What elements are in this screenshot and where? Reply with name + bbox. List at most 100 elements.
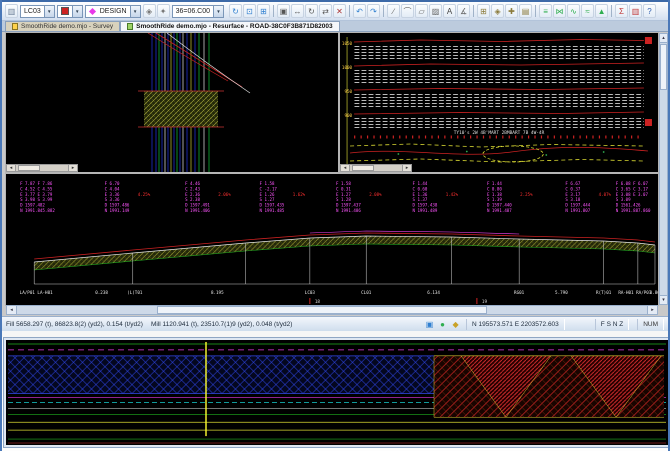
roadway-designer-icon[interactable]: ≡: [539, 4, 552, 18]
feature-label: LA/P01 LA-H01: [20, 290, 53, 295]
toolbar-separator: [349, 5, 350, 17]
level-display-icon[interactable]: ▤: [519, 4, 532, 18]
xs-annotation: S 3.18: [565, 197, 580, 202]
scroll-up-icon[interactable]: ▴: [660, 34, 667, 43]
quantities-report-icon[interactable]: Σ: [615, 4, 628, 18]
cross-section-report-icon[interactable]: ▥: [629, 4, 642, 18]
horizontal-scrollbar[interactable]: ◂ ▸: [6, 305, 658, 315]
section-detail-window[interactable]: F 7.87 F 7.86C 4.52 C 4.55E 3.77 E 3.79S…: [6, 174, 658, 305]
window-area-icon[interactable]: ⊞: [257, 4, 270, 18]
fit-view-icon[interactable]: ⊡: [243, 4, 256, 18]
dropdown-arrow-icon[interactable]: ▼: [130, 6, 140, 17]
section-canvas[interactable]: F 7.87 F 7.86C 4.52 C 4.55E 3.77 E 3.79S…: [6, 174, 658, 305]
active-level-combo[interactable]: LC03 ▼: [20, 5, 55, 18]
plan-view-canvas[interactable]: [6, 33, 338, 172]
update-view-icon[interactable]: ↻: [229, 4, 242, 18]
corridor-tool-icon[interactable]: ∿: [567, 4, 580, 18]
scroll-thumb[interactable]: [352, 165, 374, 171]
view-hscrollbar[interactable]: ◂ ▸: [6, 164, 78, 172]
vscroll-thumb[interactable]: [660, 44, 667, 90]
vertical-scrollbar[interactable]: ▴ ▾: [659, 33, 668, 305]
resurface-area: [434, 356, 664, 417]
dropdown-arrow-icon[interactable]: ▼: [44, 6, 54, 17]
active-model-status-icon[interactable]: ●: [437, 319, 448, 330]
axis-lock-icon[interactable]: ✚: [505, 4, 518, 18]
mirror-element-icon[interactable]: ⇄: [319, 4, 332, 18]
rotate-element-icon[interactable]: ↻: [305, 4, 318, 18]
view-status-icon[interactable]: ▣: [424, 319, 435, 330]
xs-annotation: E 1.26: [260, 192, 275, 197]
active-level-value: LC03: [21, 8, 44, 15]
toolbar-icon-tray: ↻⊡⊞▣↔↻⇄✕↶↷∕⌒▱▨A∡⊞◈✚▤≡⋈∿≈▲Σ▥?: [229, 4, 656, 18]
toolbar-separator: [535, 5, 536, 17]
xs-annotation: S 1.37: [412, 197, 427, 202]
dropdown-arrow-icon[interactable]: ▼: [213, 6, 223, 17]
slope-annotation: 4.07%: [599, 192, 612, 197]
active-color-swatch: [61, 7, 69, 15]
delete-element-icon[interactable]: ✕: [333, 4, 346, 18]
superelevation-icon[interactable]: ≈: [581, 4, 594, 18]
redo-icon[interactable]: ↷: [367, 4, 380, 18]
slope-annotation: 2.25%: [520, 192, 533, 197]
hatch-area-icon[interactable]: ▨: [429, 4, 442, 18]
hscroll-track[interactable]: [17, 306, 647, 314]
lock-toggle-icon[interactable]: ◈: [143, 4, 156, 18]
feature-label: CL01: [361, 290, 372, 295]
model-value: 36=06.C00: [173, 8, 213, 15]
scroll-thumb[interactable]: [18, 165, 40, 171]
dropdown-arrow-icon[interactable]: ▼: [72, 6, 82, 17]
scroll-right-icon[interactable]: ▸: [402, 165, 411, 171]
snap-mode-status-icon[interactable]: ◆: [450, 319, 461, 330]
undo-icon[interactable]: ↶: [353, 4, 366, 18]
model-combo[interactable]: 36=06.C00 ▼: [172, 5, 224, 18]
tab-resurface[interactable]: SmoothRide demo.mjo - Resurface - ROAD-3…: [120, 21, 340, 31]
active-level-icon[interactable]: ▥: [5, 4, 18, 18]
corridor-plan-window[interactable]: [3, 337, 670, 448]
xs-annotation: S 3.98 S 3.99: [20, 197, 53, 202]
view-hscrollbar[interactable]: ◂ ▸: [340, 164, 412, 172]
copy-element-icon[interactable]: ▣: [277, 4, 290, 18]
scroll-right-icon[interactable]: ▸: [68, 165, 77, 171]
plan-view-window[interactable]: ◂ ▸: [6, 33, 338, 172]
xs-annotation: D 1597.440: [487, 203, 512, 208]
model-doc-icon: [12, 23, 18, 30]
template-editor-icon[interactable]: ⋈: [553, 4, 566, 18]
xs-annotation: E 1.36: [412, 192, 427, 197]
xs-stack-canvas[interactable]: TY10's 2W 4B'MART 2BMBART 7B 4W-4R 10501…: [340, 33, 658, 172]
coordinate-readout: N 195573.571 E 2203572.603: [466, 319, 565, 330]
place-shape-icon[interactable]: ▱: [415, 4, 428, 18]
help-icon[interactable]: ?: [643, 4, 656, 18]
hscroll-thumb[interactable]: [157, 306, 487, 314]
scroll-track[interactable]: [350, 165, 402, 171]
active-color-combo[interactable]: ▼: [57, 5, 83, 18]
place-line-icon[interactable]: ∕: [387, 4, 400, 18]
symbology-combo[interactable]: DESIGN ▼: [85, 5, 141, 18]
place-arc-icon[interactable]: ⌒: [401, 4, 414, 18]
application-window: ▥ LC03 ▼ ▼ DESIGN ▼ ◈✦ 36=06.C00 ▼ ↻⊡⊞▣↔…: [0, 0, 670, 451]
move-element-icon[interactable]: ↔: [291, 4, 304, 18]
toolbar-separator: [611, 5, 612, 17]
lock-flags: F S N Z: [595, 319, 629, 330]
feature-label: R(T)01: [596, 290, 612, 295]
xs-annotation: E 3.17: [565, 192, 580, 197]
scroll-right-icon[interactable]: ▸: [647, 306, 657, 314]
feature-label: RA-H01 RA/P01: [618, 290, 651, 295]
grid-lock-icon[interactable]: ⊞: [477, 4, 490, 18]
xs-annotation: S 3.09: [616, 197, 631, 202]
toolbar-separator: [473, 5, 474, 17]
scroll-left-icon[interactable]: ◂: [341, 165, 350, 171]
scroll-left-icon[interactable]: ◂: [7, 306, 17, 314]
scroll-track[interactable]: [16, 165, 68, 171]
xs-annotation: D 1561.426: [616, 203, 641, 208]
place-text-icon[interactable]: A: [443, 4, 456, 18]
scroll-left-icon[interactable]: ◂: [7, 165, 16, 171]
cross-section-stack-window[interactable]: TY10's 2W 4B'MART 2BMBART 7B 4W-4R 10501…: [340, 33, 658, 172]
terrain-model-icon[interactable]: ▲: [595, 4, 608, 18]
annotation-scale-toggle-icon[interactable]: ✦: [157, 4, 170, 18]
tab-survey[interactable]: SmoothRide demo.mjo - Survey: [5, 21, 120, 31]
scroll-down-icon[interactable]: ▾: [660, 295, 667, 304]
mill-quantity-readout: Mill 1120.941 (t), 23510.7(1)9 (yd2), 0.…: [151, 321, 293, 328]
corridor-plan-canvas[interactable]: [6, 340, 668, 445]
measure-distance-icon[interactable]: ∡: [457, 4, 470, 18]
snap-lock-icon[interactable]: ◈: [491, 4, 504, 18]
